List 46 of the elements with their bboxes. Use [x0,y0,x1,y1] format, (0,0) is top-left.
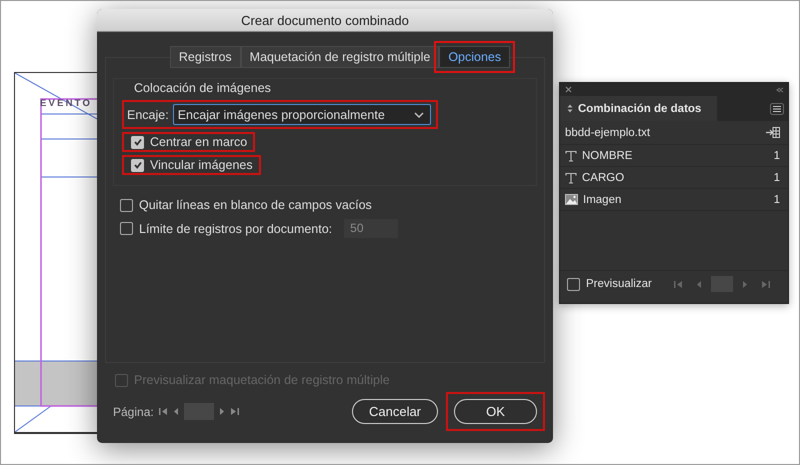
previous-record-icon[interactable] [696,280,702,288]
next-record-icon[interactable] [742,280,748,288]
data-field-row[interactable]: CARGO 1 [560,167,788,189]
field-name: NOMBRE [582,150,634,162]
text-field-icon [565,172,577,184]
page-label: Página: [113,404,154,418]
last-record-icon[interactable] [760,280,770,288]
fit-dropdown[interactable]: Encajar imágenes proporcionalmente [172,104,431,125]
checkbox[interactable] [120,198,133,212]
collapse-icon[interactable] [776,86,784,92]
field-name: Imagen [583,194,622,206]
field-name: CARGO [582,172,626,184]
group-heading: Colocación de imágenes [134,81,271,95]
field-count: 1 [774,172,780,184]
tab[interactable]: Maquetación de registro múltiple [240,46,440,68]
checkbox[interactable] [120,222,133,235]
previous-page-icon[interactable] [172,407,179,416]
image-field-icon [565,194,578,205]
dialog-button[interactable]: Cancelar [352,399,438,424]
panel-title: Combinación de datos [578,102,702,114]
data-field-row[interactable]: Imagen 1 [560,189,788,211]
checkbox-label: Vincular imágenes [150,158,253,172]
sort-arrows-icon [567,104,573,113]
checkbox-label: Quitar líneas en blanco de campos vacíos [139,198,372,212]
panel-tab[interactable]: Combinación de datos [560,96,718,121]
checkbox-label: Previsualizar [586,278,652,290]
window-title: Crear documento combinado [241,12,409,28]
chevron-down-icon [414,112,424,118]
text-field-icon [565,150,577,162]
close-icon[interactable] [565,86,572,93]
dialog-button[interactable]: OK [454,399,537,424]
checkbox-label: Centrar en marco [150,135,248,149]
first-record-icon[interactable] [674,280,683,288]
checkbox-label: Límite de registros por documento: [139,222,332,236]
next-page-icon[interactable] [218,407,225,416]
tab[interactable]: Registros [170,46,241,68]
fit-label: Encaje: [127,108,169,122]
first-page-icon[interactable] [158,407,168,416]
import-icon[interactable] [766,127,780,138]
data-source-name: bbdd-ejemplo.txt [565,126,650,138]
field-count: 1 [774,150,780,162]
menu-icon[interactable] [770,102,784,114]
field-count: 1 [774,194,780,206]
last-page-icon[interactable] [230,407,239,416]
checkbox[interactable] [567,278,580,290]
data-field-row[interactable]: NOMBRE 1 [560,145,788,167]
